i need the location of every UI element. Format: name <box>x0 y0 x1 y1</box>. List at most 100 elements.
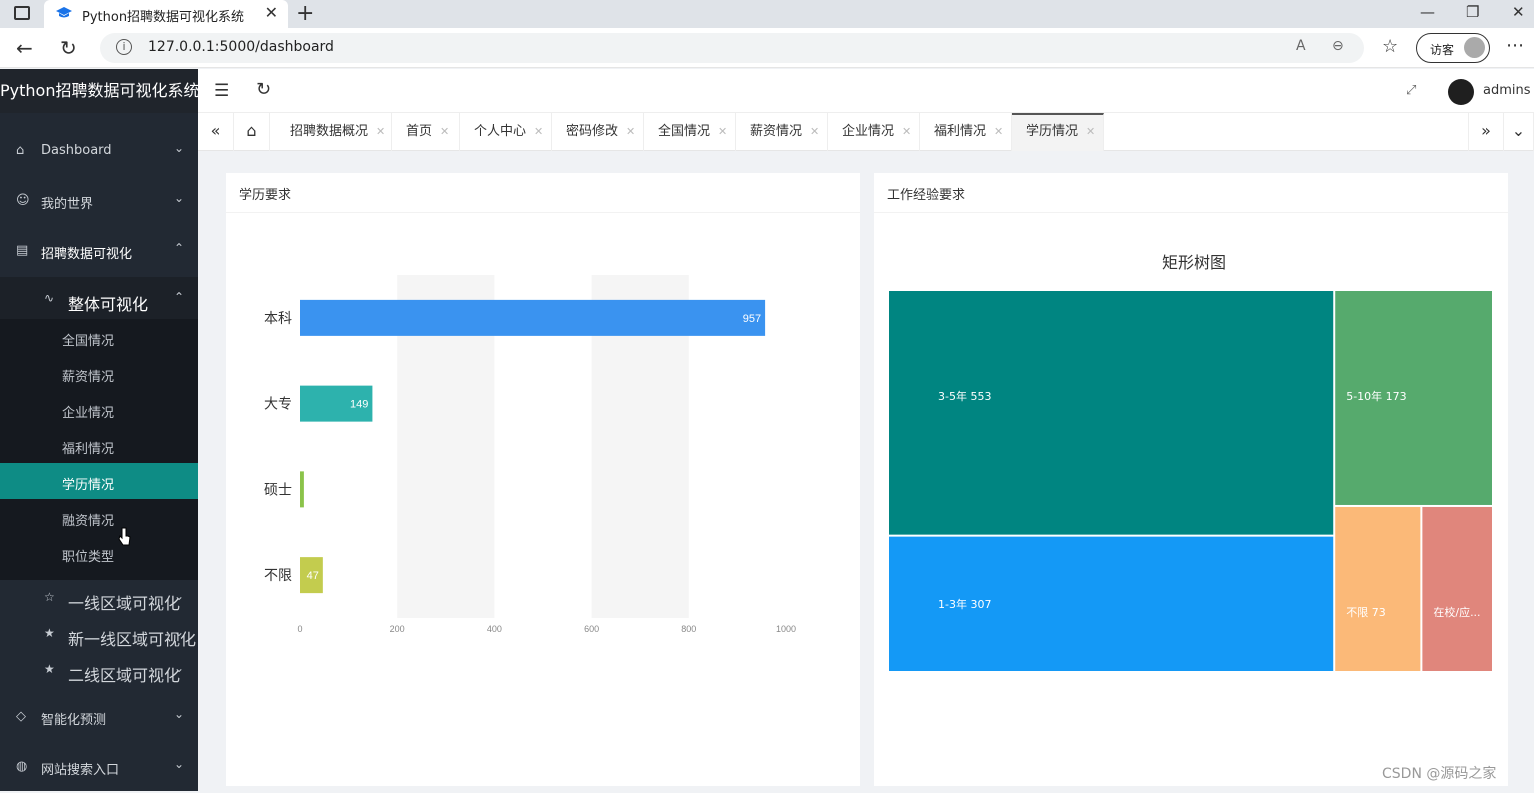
star-filled-icon: ★ <box>44 626 55 640</box>
profile-label: 访客 <box>1430 43 1455 57</box>
x-tick-label: 200 <box>390 624 405 634</box>
sidebar-item-search-entry[interactable]: ◍ 网站搜索入口 ⌄ <box>0 743 198 793</box>
reload-icon[interactable]: ↻ <box>60 36 77 60</box>
sidebar-item-dashboard[interactable]: ⌂ Dashboard ⌄ <box>0 127 198 177</box>
experience-card: 工作经验要求 矩形树图 3-5年 553 1-3年 307 5-10年 173 不限 … <box>874 173 1508 786</box>
bar[interactable] <box>300 299 766 336</box>
tab-close-icon[interactable]: ✕ <box>440 125 449 138</box>
y-category-label: 本科 <box>264 311 292 327</box>
maximize-icon[interactable]: ❐ <box>1466 3 1479 21</box>
tab-2[interactable]: 个人中心 ✕ <box>460 113 552 151</box>
tab-close-icon[interactable]: ✕ <box>902 125 911 138</box>
y-category-label: 硕士 <box>264 482 292 498</box>
tab-close-icon[interactable]: ✕ <box>718 125 727 138</box>
treemap-node[interactable] <box>1422 506 1492 671</box>
tab-label: 首页 <box>406 124 433 139</box>
sidebar-sub-national[interactable]: 全国情况 <box>0 319 198 355</box>
tab-1[interactable]: 首页 ✕ <box>392 113 460 151</box>
url-field[interactable]: i 127.0.0.1:5000/dashboard A ⊖ <box>100 33 1364 63</box>
tab-close-icon[interactable]: ✕ <box>376 125 385 138</box>
chevron-down-icon: ⌄ <box>173 589 184 603</box>
tab-close-icon[interactable]: ✕ <box>534 125 543 138</box>
tab-label: 企业情况 <box>842 124 895 139</box>
browser-tab-title: Python招聘数据可视化系统 <box>82 10 245 25</box>
new-tab-icon[interactable]: + <box>296 1 314 26</box>
home-icon: ⌂ <box>16 143 25 158</box>
menu-toggle-icon[interactable]: ☰ <box>214 81 229 101</box>
tab-label: 学历情况 <box>1026 124 1079 139</box>
close-tab-icon[interactable]: ✕ <box>265 3 278 22</box>
refresh-icon[interactable]: ↻ <box>256 79 271 100</box>
sidebar: Python招聘数据可视化系统 ⌂ Dashboard ⌄ ☺ 我的世界 ⌄ ▤… <box>0 69 198 791</box>
sidebar-item-prediction[interactable]: ◇ 智能化预测 ⌄ <box>0 693 198 743</box>
experience-card-title: 工作经验要求 <box>874 173 1508 213</box>
sidebar-group-overall[interactable]: ∿ 整体可视化 ⌃ <box>0 277 198 319</box>
sidebar-sub-education[interactable]: 学历情况 <box>0 463 198 499</box>
url-text: 127.0.0.1:5000/dashboard <box>148 39 334 55</box>
chevron-down-icon: ⌄ <box>173 625 184 639</box>
tab-home-icon[interactable]: ⌂ <box>234 113 270 151</box>
tab-actions-icon[interactable] <box>14 6 30 20</box>
tab-6[interactable]: 企业情况 ✕ <box>828 113 920 151</box>
bar[interactable] <box>300 471 304 508</box>
back-icon[interactable]: ← <box>16 36 33 60</box>
window-close-icon[interactable]: ✕ <box>1512 3 1525 21</box>
browser-tab[interactable]: Python招聘数据可视化系统 ✕ <box>44 0 288 28</box>
sidebar-sub-company[interactable]: 企业情况 <box>0 391 198 427</box>
chevron-down-icon: ⌄ <box>173 757 184 771</box>
tab-label: 薪资情况 <box>750 124 803 139</box>
tab-5[interactable]: 薪资情况 ✕ <box>736 113 828 151</box>
education-bar-chart: 0 200 400 600 800 1000 本科 957 大专 149 硕士 8 不限 47 <box>264 275 796 634</box>
tab-close-icon[interactable]: ✕ <box>626 125 635 138</box>
tab-close-icon[interactable]: ✕ <box>1086 125 1095 138</box>
address-bar: ← ↻ i 127.0.0.1:5000/dashboard A ⊖ ☆ 访客 … <box>0 28 1534 68</box>
read-aloud-icon[interactable]: A <box>1296 38 1306 54</box>
fullscreen-icon[interactable]: ⤢ <box>1406 83 1416 98</box>
calendar-icon: ▤ <box>16 243 29 258</box>
tabs-scroll-right-icon[interactable]: » <box>1468 113 1504 151</box>
chevron-down-icon: ⌄ <box>173 191 184 205</box>
sidebar-sub-salary[interactable]: 薪资情况 <box>0 355 198 391</box>
tab-close-icon[interactable]: ✕ <box>994 125 1003 138</box>
treemap-label: 在校/应... <box>1433 605 1480 619</box>
star-outline-icon: ☆ <box>44 590 55 604</box>
tab-4[interactable]: 全国情况 ✕ <box>644 113 736 151</box>
sidebar-item-tier2[interactable]: ★ 二线区域可视化 ⌄ <box>0 652 198 688</box>
treemap-title: 矩形树图 <box>1162 253 1227 272</box>
favorites-icon[interactable]: ☆ <box>1382 36 1398 57</box>
tab-8[interactable]: 学历情况 ✕ <box>1012 113 1104 151</box>
submenu-list: 全国情况 薪资情况 企业情况 福利情况 学历情况 融资情况 职位类型 <box>0 319 198 580</box>
chevron-down-icon: ⌄ <box>173 141 184 155</box>
treemap-node[interactable] <box>1335 506 1421 671</box>
x-tick-label: 800 <box>681 624 696 634</box>
tab-close-icon[interactable]: ✕ <box>810 125 819 138</box>
tab-0[interactable]: 招聘数据概况 ✕ <box>276 113 392 151</box>
sidebar-item-tier1[interactable]: ☆ 一线区域可视化 ⌄ <box>0 580 198 616</box>
tab-3[interactable]: 密码修改 ✕ <box>552 113 644 151</box>
profile-button[interactable]: 访客 <box>1416 33 1490 63</box>
tab-label: 个人中心 <box>474 124 527 139</box>
tab-label: 密码修改 <box>566 124 619 139</box>
x-tick-label: 0 <box>297 624 302 634</box>
avatar[interactable] <box>1448 79 1474 105</box>
info-icon[interactable]: i <box>116 39 132 55</box>
tab-label: 招聘数据概况 <box>290 124 369 139</box>
tab-7[interactable]: 福利情况 ✕ <box>920 113 1012 151</box>
more-icon[interactable]: ⋯ <box>1506 35 1524 56</box>
smile-icon: ☺ <box>16 193 30 208</box>
sidebar-sub-welfare[interactable]: 福利情况 <box>0 427 198 463</box>
sidebar-sub-financing[interactable]: 融资情况 <box>0 499 198 535</box>
sidebar-item-recruit-vis[interactable]: ▤ 招聘数据可视化 ⌃ <box>0 227 198 277</box>
minimize-icon[interactable]: — <box>1420 3 1435 21</box>
tabs-dropdown-icon[interactable]: ⌄ <box>1504 113 1534 151</box>
username[interactable]: admins <box>1483 83 1531 98</box>
tabs-scroll-left-icon[interactable]: « <box>198 113 234 151</box>
treemap-node[interactable] <box>889 291 1334 535</box>
tab-label: 全国情况 <box>658 124 711 139</box>
sidebar-item-new-tier1[interactable]: ★ 新一线区域可视化 ⌄ <box>0 616 198 652</box>
zoom-icon[interactable]: ⊖ <box>1332 38 1344 54</box>
bar-value-label: 8 <box>294 484 300 496</box>
sidebar-item-my-world[interactable]: ☺ 我的世界 ⌄ <box>0 177 198 227</box>
x-tick-label: 400 <box>487 624 502 634</box>
sidebar-sub-job-type[interactable]: 职位类型 <box>0 535 198 571</box>
